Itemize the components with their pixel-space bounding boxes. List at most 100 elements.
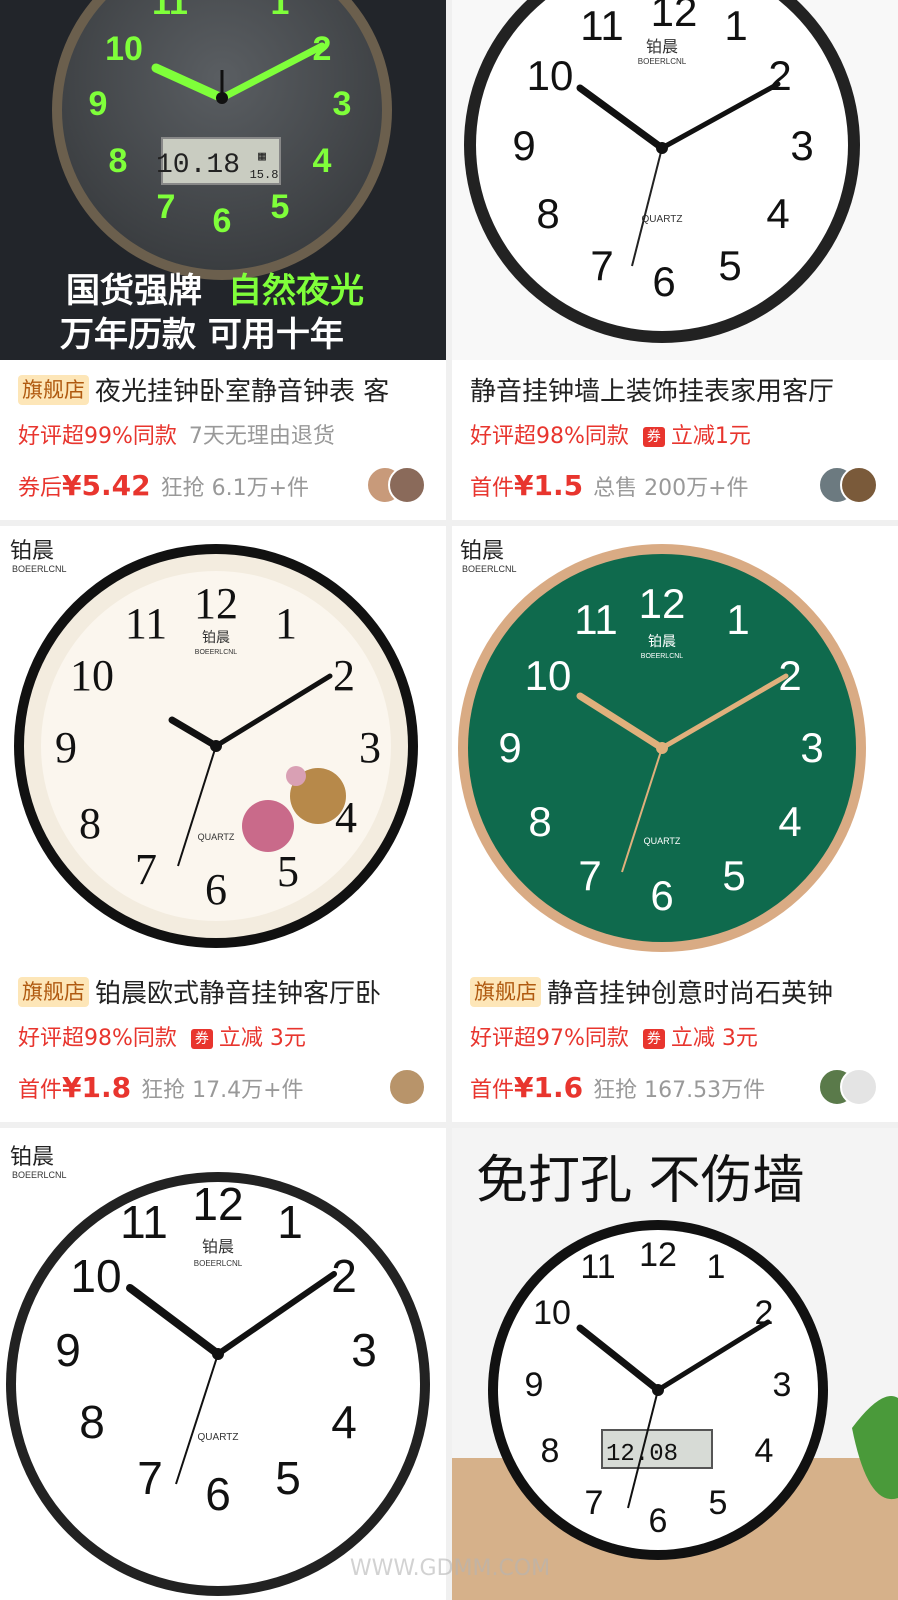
svg-text:QUARTZ: QUARTZ [644, 836, 681, 846]
svg-text:7: 7 [135, 845, 157, 894]
svg-text:10: 10 [527, 52, 574, 99]
product-image[interactable]: 铂晨 BOEERLCNL 11 12 1 10 2 93 84 765 铂晨 BOEE… [0, 1128, 446, 1600]
svg-text:1: 1 [271, 0, 290, 22]
brand-logo: 铂晨 [460, 539, 504, 564]
svg-text:铂晨: 铂晨 [648, 634, 676, 650]
svg-text:5: 5 [275, 1452, 301, 1504]
svg-text:国货强牌: 国货强牌 [66, 271, 202, 311]
sales-count: 狂抢 6.1万+件 [160, 476, 310, 501]
svg-text:3: 3 [790, 122, 813, 169]
svg-text:2: 2 [768, 52, 791, 99]
price-row: 券后¥5.42 狂抢 6.1万+件 [18, 466, 366, 506]
svg-text:12: 12 [194, 579, 238, 628]
svg-text:BOEERLCNL: BOEERLCNL [12, 564, 67, 574]
product-card[interactable]: 免打孔 不伤墙 11121 102 93 84 765 12.08 [452, 1128, 898, 1600]
product-image[interactable]: 铂晨 BOEERLCNL 11 12 1 10 2 93 84 765 铂晨 BOEE… [0, 526, 446, 962]
svg-text:QUARTZ: QUARTZ [642, 214, 683, 225]
svg-text:4: 4 [755, 1432, 774, 1470]
product-image[interactable]: 10 2 9 3 8 4 7 6 5 11 1 10.18 [0, 0, 446, 360]
price-label: 首件 [470, 476, 515, 501]
product-title[interactable]: 旗舰店 静音挂钟创意时尚石英钟 [470, 976, 888, 1012]
product-title[interactable]: 静音挂钟墙上装饰挂表家用客厅 [470, 374, 888, 410]
svg-text:6: 6 [652, 258, 675, 305]
brand-logo: 铂晨 [10, 1145, 54, 1170]
svg-text:1: 1 [277, 1196, 303, 1248]
buyer-avatars [366, 466, 430, 506]
svg-text:9: 9 [55, 723, 77, 772]
svg-text:7: 7 [590, 242, 613, 289]
svg-text:9: 9 [512, 122, 535, 169]
svg-text:11: 11 [580, 1248, 615, 1286]
price: ¥1.6 [514, 1071, 584, 1104]
svg-text:15.8: 15.8 [250, 168, 279, 182]
svg-text:1: 1 [275, 599, 297, 648]
rating-tag: 好评超97%同款 [470, 1026, 629, 1051]
product-card[interactable]: 铂晨 BOEERLCNL 11 12 1 10 2 93 84 765 铂晨 BOEE… [0, 526, 446, 1122]
product-card[interactable]: 铂晨 BOEERLCNL 11 12 1 10 2 93 84 765 铂晨 BOEE… [452, 526, 898, 1122]
svg-text:8: 8 [536, 190, 559, 237]
svg-text:BOEERLCNL: BOEERLCNL [462, 564, 517, 574]
svg-text:12: 12 [639, 580, 686, 627]
svg-text:7: 7 [137, 1452, 163, 1504]
buyer-avatars [366, 1068, 430, 1108]
svg-text:3: 3 [351, 1324, 377, 1376]
svg-text:9: 9 [525, 1366, 544, 1404]
brand-logo: 铂晨 [10, 539, 54, 564]
price: ¥1.5 [514, 469, 584, 502]
sales-count: 狂抢 17.4万+件 [141, 1078, 304, 1103]
svg-text:11: 11 [120, 1196, 168, 1248]
svg-text:4: 4 [313, 142, 332, 180]
product-image[interactable]: 免打孔 不伤墙 11121 102 93 84 765 12.08 [452, 1128, 898, 1600]
product-image[interactable]: 11 12 1 10 2 9 3 8 4 765 铂晨 BOEERLCNL QUARTZ [452, 0, 898, 360]
discount-tag: 立减 3元 [218, 1026, 306, 1051]
flagship-badge: 旗舰店 [470, 977, 541, 1007]
price-label: 首件 [470, 1078, 515, 1103]
svg-text:8: 8 [79, 799, 101, 848]
svg-text:2: 2 [778, 652, 801, 699]
price-label: 首件 [18, 1078, 63, 1103]
product-card[interactable]: 11 12 1 10 2 93 84 765 铂晨 BOEERLCNL QUARTZ … [452, 0, 898, 520]
svg-text:自然夜光: 自然夜光 [228, 271, 364, 311]
buyer-avatars [818, 466, 882, 506]
sales-count: 总售 200万+件 [593, 476, 749, 501]
tags-row: 好评超98%同款券立减1元 [470, 422, 888, 452]
sales-count: 狂抢 167.53万件 [593, 1078, 766, 1103]
svg-text:铂晨: 铂晨 [202, 630, 230, 646]
svg-text:铂晨: 铂晨 [202, 1237, 234, 1256]
svg-text:8: 8 [528, 798, 551, 845]
svg-text:5: 5 [722, 852, 745, 899]
rating-tag: 好评超98%同款 [470, 424, 629, 449]
svg-text:6: 6 [650, 872, 673, 919]
price-row: 首件¥1.5 总售 200万+件 [470, 466, 818, 506]
svg-text:5: 5 [271, 188, 290, 226]
svg-text:12: 12 [651, 0, 698, 35]
svg-text:3: 3 [333, 85, 352, 123]
svg-text:9: 9 [55, 1324, 81, 1376]
svg-text:1: 1 [724, 2, 747, 49]
svg-text:BOEERLCNL: BOEERLCNL [12, 1170, 67, 1180]
svg-text:10: 10 [70, 1250, 121, 1302]
svg-text:2: 2 [333, 651, 355, 700]
svg-text:QUARTZ: QUARTZ [198, 832, 235, 842]
svg-text:5: 5 [718, 242, 741, 289]
product-card[interactable]: 10 2 9 3 8 4 7 6 5 11 1 10.18 [0, 0, 446, 520]
product-image[interactable]: 铂晨 BOEERLCNL 11 12 1 10 2 93 84 765 铂晨 BOEE… [452, 526, 898, 962]
svg-text:7: 7 [578, 852, 601, 899]
svg-text:10: 10 [533, 1294, 571, 1332]
svg-text:4: 4 [778, 798, 801, 845]
svg-text:8: 8 [541, 1432, 560, 1470]
avatar [840, 466, 878, 504]
product-card[interactable]: 铂晨 BOEERLCNL 11 12 1 10 2 93 84 765 铂晨 BOEE… [0, 1128, 446, 1600]
svg-text:11: 11 [574, 596, 618, 643]
product-title[interactable]: 旗舰店 铂晨欧式静音挂钟客厅卧 [18, 976, 436, 1012]
lcd-display: 10.18 [156, 150, 240, 181]
product-grid: 10 2 9 3 8 4 7 6 5 11 1 10.18 [0, 0, 898, 1600]
product-title[interactable]: 旗舰店 夜光挂钟卧室静音钟表 客 [18, 374, 436, 410]
svg-text:8: 8 [79, 1396, 105, 1448]
svg-text:7: 7 [585, 1484, 604, 1522]
flagship-badge: 旗舰店 [18, 375, 89, 405]
svg-text:12: 12 [639, 1236, 677, 1274]
svg-text:BOEERLCNL: BOEERLCNL [194, 1259, 243, 1268]
rating-tag: 好评超99%同款 [18, 424, 177, 449]
svg-text:8: 8 [109, 142, 128, 180]
